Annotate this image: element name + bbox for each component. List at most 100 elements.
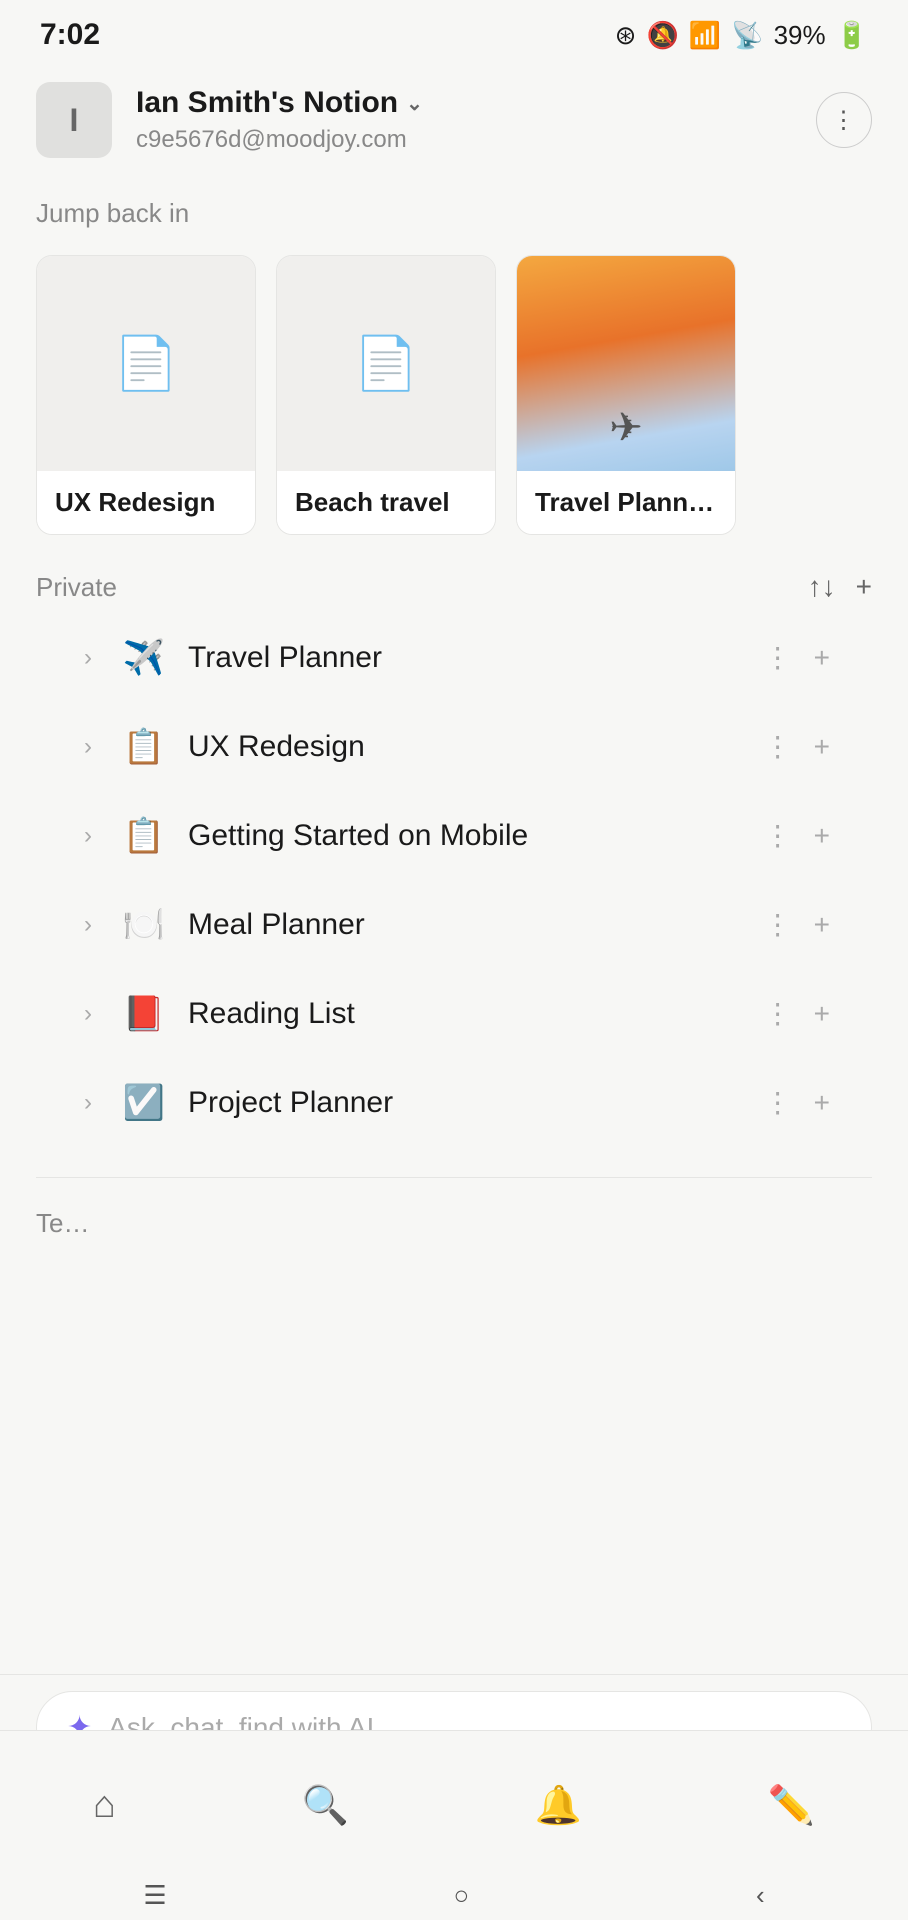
nav-actions-reading-list: ⋮ +: [758, 991, 836, 1036]
teamspaces-partial-label: Te…: [0, 1198, 908, 1239]
account-email: c9e5676d@moodjoy.com: [136, 126, 423, 154]
add-private-icon: +: [856, 571, 872, 603]
nav-add-ux-redesign-button[interactable]: +: [808, 725, 836, 769]
android-menu-button[interactable]: ☰: [143, 1880, 166, 1911]
meal-planner-icon: 🍽️: [122, 905, 166, 945]
edit-icon: ✏️: [768, 1784, 815, 1828]
android-home-button[interactable]: ○: [453, 1880, 469, 1911]
nav-item-travel-planner[interactable]: › ✈️ Travel Planner ⋮ +: [46, 613, 862, 702]
chevron-project-planner-icon: ›: [72, 1089, 104, 1117]
android-back-icon: ‹: [756, 1880, 765, 1910]
nav-item-reading-list[interactable]: › 📕 Reading List ⋮ +: [46, 969, 862, 1058]
nav-more-getting-started-button[interactable]: ⋮: [758, 813, 798, 858]
account-info: Ian Smith's Notion ⌄ c9e5676d@moodjoy.co…: [136, 86, 423, 154]
nav-actions-ux-redesign: ⋮ +: [758, 724, 836, 769]
nav-label-travel-planner: Travel Planner: [188, 641, 758, 675]
chevron-ux-redesign-icon: ›: [72, 733, 104, 761]
jump-back-in-label: Jump back in: [36, 198, 872, 229]
bluetooth-icon: ⊛: [615, 20, 637, 51]
android-nav: ☰ ○ ‹: [0, 1870, 908, 1920]
chevron-meal-planner-icon: ›: [72, 911, 104, 939]
private-header: Private ↑↓ +: [36, 571, 872, 603]
ux-redesign-doc-icon: 📄: [114, 333, 179, 394]
android-home-icon: ○: [453, 1880, 469, 1910]
private-section: Private ↑↓ + › ✈️ Travel Planner ⋮ + › 📋…: [0, 551, 908, 1157]
card-ux-redesign-image: 📄: [37, 256, 255, 471]
status-time: 7:02: [40, 18, 100, 52]
nav-add-project-planner-button[interactable]: +: [808, 1081, 836, 1125]
chevron-getting-started-icon: ›: [72, 822, 104, 850]
android-menu-icon: ☰: [143, 1880, 166, 1910]
nav-label-reading-list: Reading List: [188, 997, 758, 1031]
wifi-icon: 📶: [689, 20, 721, 51]
project-planner-icon: ☑️: [122, 1083, 166, 1123]
nav-actions-travel-planner: ⋮ +: [758, 635, 836, 680]
status-icons: ⊛ 🔕 📶 📡 39% 🔋: [615, 20, 868, 51]
nav-add-reading-list-button[interactable]: +: [808, 992, 836, 1036]
account-header: I Ian Smith's Notion ⌄ c9e5676d@moodjoy.…: [0, 62, 908, 178]
nav-list: › ✈️ Travel Planner ⋮ + › 📋 UX Redesign …: [36, 613, 872, 1147]
card-beach-travel-image: 📄: [277, 256, 495, 471]
nav-edit-button[interactable]: ✏️: [768, 1784, 815, 1828]
signal-icon: 📡: [731, 20, 763, 51]
jump-back-in-section: Jump back in: [0, 178, 908, 239]
private-label: Private: [36, 572, 117, 603]
card-travel-planner-image: ✈: [517, 256, 735, 471]
nav-item-meal-planner[interactable]: › 🍽️ Meal Planner ⋮ +: [46, 880, 862, 969]
travel-planner-icon: ✈️: [122, 638, 166, 678]
chevron-travel-planner-icon: ›: [72, 644, 104, 672]
account-left: I Ian Smith's Notion ⌄ c9e5676d@moodjoy.…: [36, 82, 423, 158]
account-name[interactable]: Ian Smith's Notion ⌄: [136, 86, 423, 120]
beach-travel-doc-icon: 📄: [354, 333, 419, 394]
nav-actions-getting-started: ⋮ +: [758, 813, 836, 858]
card-beach-travel-label: Beach travel: [277, 471, 495, 534]
nav-actions-meal-planner: ⋮ +: [758, 902, 836, 947]
section-divider: [36, 1177, 872, 1178]
card-travel-planner-label: Travel Plann…: [517, 471, 735, 534]
volume-icon: 🔕: [646, 20, 678, 51]
nav-notifications-button[interactable]: 🔔: [535, 1784, 582, 1828]
nav-add-getting-started-button[interactable]: +: [808, 814, 836, 858]
nav-more-project-planner-button[interactable]: ⋮: [758, 1080, 798, 1125]
nav-actions-project-planner: ⋮ +: [758, 1080, 836, 1125]
nav-label-ux-redesign: UX Redesign: [188, 730, 758, 764]
getting-started-icon: 📋: [122, 816, 166, 856]
sort-icon: ↑↓: [808, 571, 836, 603]
nav-home-button[interactable]: ⌂: [93, 1784, 116, 1827]
nav-more-reading-list-button[interactable]: ⋮: [758, 991, 798, 1036]
more-options-button[interactable]: ⋮: [816, 92, 872, 148]
account-avatar[interactable]: I: [36, 82, 112, 158]
card-beach-travel[interactable]: 📄 Beach travel: [276, 255, 496, 535]
card-ux-redesign[interactable]: 📄 UX Redesign: [36, 255, 256, 535]
nav-label-getting-started: Getting Started on Mobile: [188, 819, 758, 853]
nav-search-button[interactable]: 🔍: [302, 1784, 349, 1828]
android-back-button[interactable]: ‹: [756, 1880, 765, 1911]
chevron-reading-list-icon: ›: [72, 1000, 104, 1028]
nav-label-project-planner: Project Planner: [188, 1086, 758, 1120]
card-ux-redesign-label: UX Redesign: [37, 471, 255, 534]
home-icon: ⌂: [93, 1784, 116, 1827]
nav-more-ux-redesign-button[interactable]: ⋮: [758, 724, 798, 769]
nav-item-project-planner[interactable]: › ☑️ Project Planner ⋮ +: [46, 1058, 862, 1147]
add-private-button[interactable]: +: [856, 571, 872, 603]
nav-add-travel-planner-button[interactable]: +: [808, 636, 836, 680]
reading-list-icon: 📕: [122, 994, 166, 1034]
account-chevron-icon: ⌄: [406, 91, 423, 116]
nav-add-meal-planner-button[interactable]: +: [808, 903, 836, 947]
sort-button[interactable]: ↑↓: [808, 571, 836, 603]
battery-icon: 🔋: [836, 20, 868, 51]
nav-item-getting-started[interactable]: › 📋 Getting Started on Mobile ⋮ +: [46, 791, 862, 880]
private-actions: ↑↓ +: [808, 571, 872, 603]
ux-redesign-icon: 📋: [122, 727, 166, 767]
nav-item-ux-redesign[interactable]: › 📋 UX Redesign ⋮ +: [46, 702, 862, 791]
nav-label-meal-planner: Meal Planner: [188, 908, 758, 942]
travel-planner-plane-icon: ✈: [609, 405, 643, 451]
nav-more-meal-planner-button[interactable]: ⋮: [758, 902, 798, 947]
battery-label: 39%: [774, 20, 826, 51]
card-travel-planner[interactable]: ✈ Travel Plann…: [516, 255, 736, 535]
bottom-nav: ⌂ 🔍 🔔 ✏️: [0, 1730, 908, 1870]
status-bar: 7:02 ⊛ 🔕 📶 📡 39% 🔋: [0, 0, 908, 62]
notifications-icon: 🔔: [535, 1784, 582, 1828]
cards-carousel[interactable]: 📄 UX Redesign 📄 Beach travel ✈ Travel Pl…: [0, 239, 908, 551]
nav-more-travel-planner-button[interactable]: ⋮: [758, 635, 798, 680]
